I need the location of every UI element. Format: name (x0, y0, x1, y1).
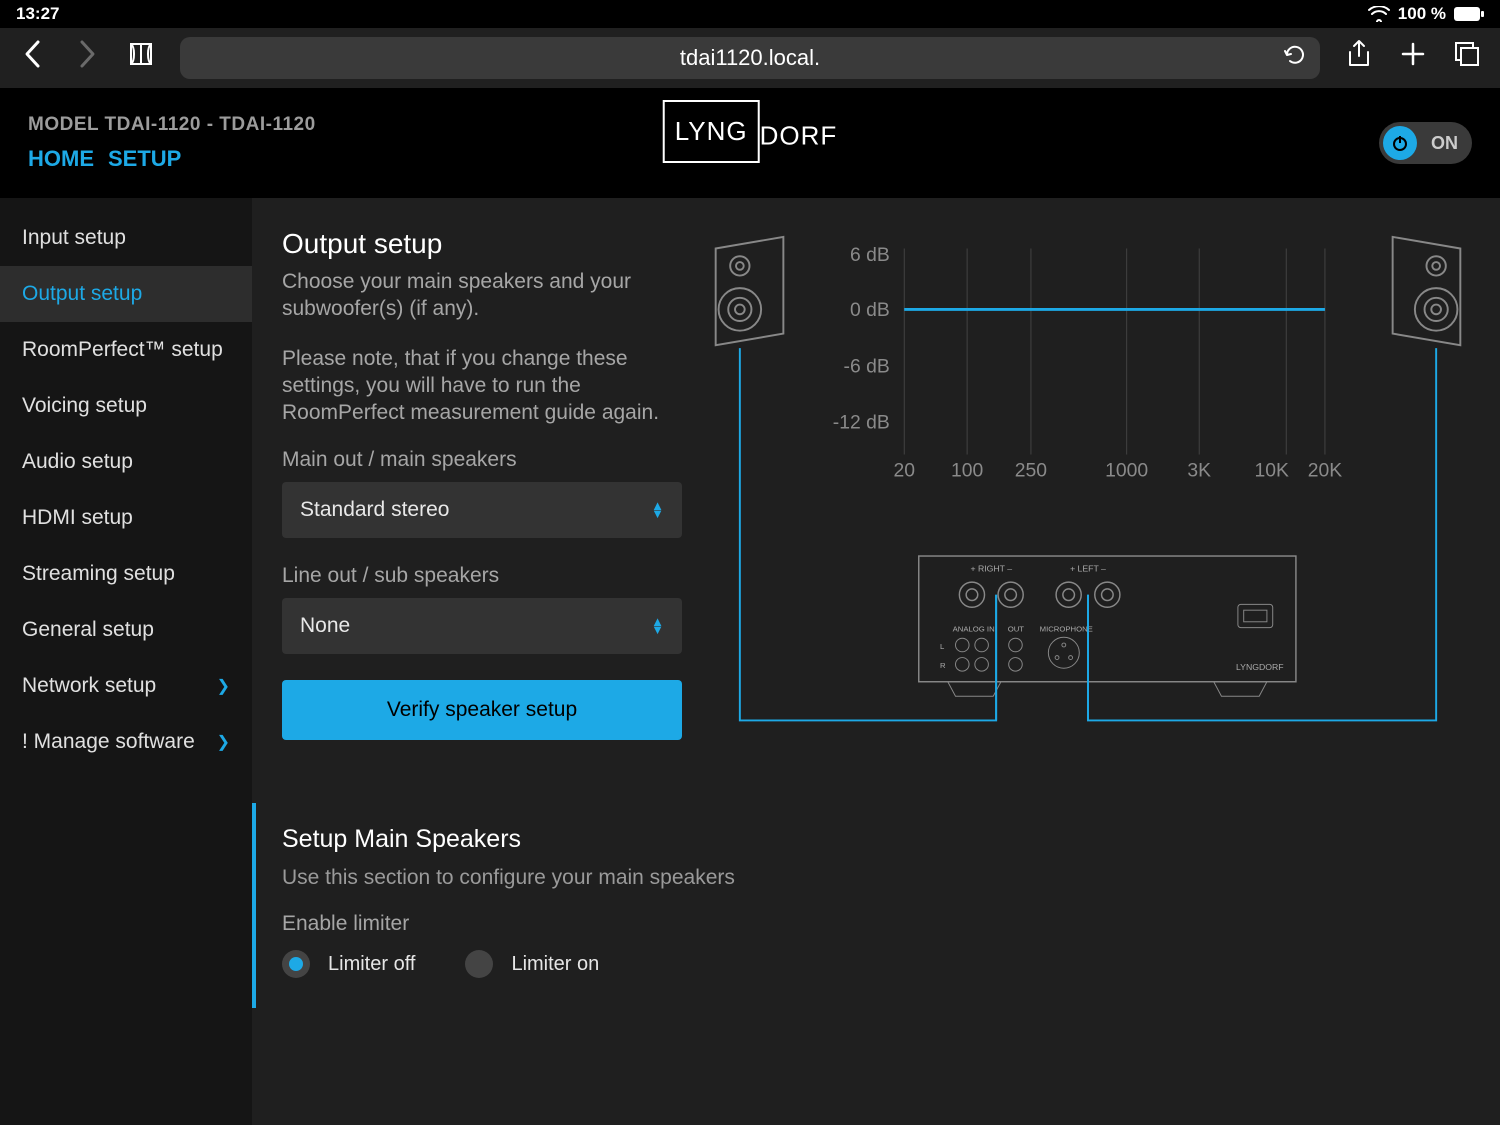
output-diagram: 6 dB 0 dB -6 dB -12 dB 20 100 250 1000 3… (706, 228, 1470, 768)
svg-text:+ RIGHT –: + RIGHT – (970, 563, 1012, 573)
section-subtitle: Use this section to configure your main … (282, 866, 1474, 890)
svg-text:1000: 1000 (1105, 460, 1148, 482)
ytick: -12 dB (833, 411, 890, 433)
ios-status-bar: 13:27 100 % (0, 0, 1500, 28)
select-arrows-icon: ▲▼ (651, 618, 664, 634)
sidebar-item-hdmi-setup[interactable]: HDMI setup (0, 490, 252, 546)
model-line: MODEL TDAI-1120 - TDAI-1120 (28, 114, 316, 136)
reload-icon[interactable] (1284, 44, 1306, 72)
sidebar-item-network-setup[interactable]: Network setup❯ (0, 658, 252, 714)
radio-dot-icon (465, 950, 493, 978)
svg-text:+ LEFT –: + LEFT – (1070, 563, 1106, 573)
diagram-area: 6 dB 0 dB -6 dB -12 dB 20 100 250 1000 3… (706, 228, 1470, 773)
sidebar-item-output-setup[interactable]: Output setup (0, 266, 252, 322)
line-out-value: None (300, 614, 350, 638)
main-content: Output setup Choose your main speakers a… (252, 198, 1500, 1125)
ytick: 6 dB (850, 244, 890, 266)
app-header: MODEL TDAI-1120 - TDAI-1120 HOME SETUP L… (0, 88, 1500, 198)
new-tab-button[interactable] (1398, 41, 1428, 75)
setup-main-speakers-section: Setup Main Speakers Use this section to … (252, 803, 1500, 1008)
verify-speaker-button[interactable]: Verify speaker setup (282, 680, 682, 740)
page-desc-2: Please note, that if you change these se… (282, 345, 682, 427)
svg-text:OUT: OUT (1008, 624, 1025, 633)
power-toggle[interactable]: ON (1379, 122, 1472, 164)
line-out-label: Line out / sub speakers (282, 564, 682, 588)
main-out-label: Main out / main speakers (282, 448, 682, 472)
svg-text:MICROPHONE: MICROPHONE (1040, 624, 1093, 633)
svg-text:3K: 3K (1187, 460, 1211, 482)
sidebar-item-general-setup[interactable]: General setup (0, 602, 252, 658)
sidebar-item-input-setup[interactable]: Input setup (0, 210, 252, 266)
wifi-icon (1368, 6, 1390, 22)
limiter-off-radio[interactable]: Limiter off (282, 950, 415, 978)
battery-icon (1454, 7, 1484, 21)
forward-button[interactable] (72, 39, 102, 77)
svg-text:ANALOG IN: ANALOG IN (953, 624, 995, 633)
sidebar-item-audio-setup[interactable]: Audio setup (0, 434, 252, 490)
svg-text:20: 20 (894, 460, 916, 482)
page-title: Output setup (282, 228, 682, 260)
svg-text:R: R (940, 661, 946, 670)
share-button[interactable] (1344, 39, 1374, 77)
main-out-value: Standard stereo (300, 498, 449, 522)
svg-text:10K: 10K (1255, 460, 1289, 482)
sidebar-item-roomperfect-setup[interactable]: RoomPerfect™ setup (0, 322, 252, 378)
svg-text:LYNGDORF: LYNGDORF (1236, 662, 1284, 672)
page-desc-1: Choose your main speakers and your subwo… (282, 268, 682, 323)
status-time: 13:27 (16, 4, 59, 24)
app-page: MODEL TDAI-1120 - TDAI-1120 HOME SETUP L… (0, 88, 1500, 1125)
power-icon (1383, 126, 1417, 160)
ytick: 0 dB (850, 299, 890, 321)
nav-setup[interactable]: SETUP (108, 146, 181, 172)
section-title: Setup Main Speakers (282, 825, 1474, 854)
brand-logo: LYNGDORF (663, 100, 838, 163)
limiter-label: Enable limiter (282, 912, 1474, 936)
svg-text:L: L (940, 642, 945, 651)
chevron-right-icon: ❯ (217, 676, 230, 696)
svg-text:250: 250 (1015, 460, 1047, 482)
sidebar-item-voicing-setup[interactable]: Voicing setup (0, 378, 252, 434)
url-bar[interactable]: tdai1120.local. (180, 37, 1320, 79)
main-out-select[interactable]: Standard stereo ▲▼ (282, 482, 682, 538)
chevron-right-icon: ❯ (217, 732, 230, 752)
line-out-select[interactable]: None ▲▼ (282, 598, 682, 654)
svg-text:100: 100 (951, 460, 983, 482)
svg-text:20K: 20K (1308, 460, 1342, 482)
back-button[interactable] (18, 39, 48, 77)
bookmarks-button[interactable] (126, 40, 156, 76)
ytick: -6 dB (844, 355, 890, 377)
sidebar: Input setup Output setup RoomPerfect™ se… (0, 198, 252, 1125)
select-arrows-icon: ▲▼ (651, 502, 664, 518)
url-text: tdai1120.local. (680, 45, 820, 71)
battery-percent: 100 % (1398, 4, 1446, 24)
tabs-button[interactable] (1452, 40, 1482, 76)
limiter-on-radio[interactable]: Limiter on (465, 950, 599, 978)
nav-home[interactable]: HOME (28, 146, 94, 172)
sidebar-item-streaming-setup[interactable]: Streaming setup (0, 546, 252, 602)
radio-dot-icon (282, 950, 310, 978)
sidebar-item-manage-software[interactable]: ! Manage software❯ (0, 714, 252, 770)
power-label: ON (1431, 133, 1458, 154)
browser-toolbar: tdai1120.local. (0, 28, 1500, 88)
